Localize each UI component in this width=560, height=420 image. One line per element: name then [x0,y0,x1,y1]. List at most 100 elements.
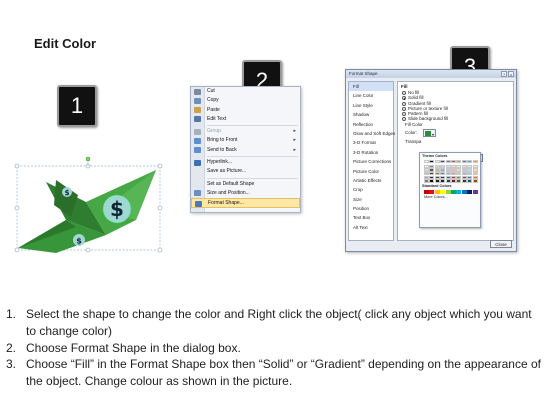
nav-item-position[interactable]: Position [349,204,393,213]
theme-color-swatch[interactable] [434,160,440,164]
menu-item-group[interactable]: Group ▸ [191,127,300,136]
standard-colors-label: Standard Colors [422,183,452,188]
fill-option-label: Pattern fill [408,111,429,117]
nav-item-glow-and-soft-edges[interactable]: Glow and Soft Edges [349,129,395,138]
nav-item-line-style[interactable]: Line Style [349,101,393,110]
nav-item-alt-text[interactable]: Alt Text [349,223,393,232]
chevron-right-icon: ▸ [293,128,296,135]
fill-option-slide-background-fill[interactable]: Slide background fill [401,116,510,122]
theme-color-swatch[interactable] [424,160,429,164]
dialog-nav-list: Fill Line Color Line Style Shadow Reflection… [348,81,395,241]
theme-color-swatch[interactable] [429,179,435,183]
theme-color-swatch[interactable] [429,160,435,164]
step-number: 3. [6,357,17,372]
nav-item-text-box[interactable]: Text Box [349,213,393,222]
nav-item-picture-color[interactable]: Picture Color [349,167,393,176]
theme-color-swatch[interactable] [434,179,440,183]
step-number: 2. [6,340,17,355]
menu-item-label: Save as Picture... [207,168,247,175]
standard-color-swatch[interactable] [467,189,473,194]
nav-item-reflection[interactable]: Reflection [349,120,393,129]
menu-item-save-as-picture[interactable]: Save as Picture... [191,167,300,176]
menu-item-set-as-default-shape[interactable]: Set as Default Shape [191,180,300,189]
nav-item-size[interactable]: Size [349,195,393,204]
theme-color-swatch[interactable] [467,179,473,183]
copy-icon [194,97,201,104]
menu-item-format-shape[interactable]: Format Shape... [191,198,300,208]
theme-color-swatch[interactable] [461,160,467,164]
standard-color-swatch[interactable] [445,189,451,194]
theme-colors-label: Theme Colors [422,154,448,158]
menu-item-label: Paste [207,106,220,113]
standard-color-swatch[interactable] [450,189,456,194]
close-button[interactable]: Close [490,240,512,248]
nav-item-3-d-rotation[interactable]: 3-D Rotation [349,148,393,157]
standard-color-swatch[interactable] [440,189,446,194]
nav-item-line-color[interactable]: Line Color [349,91,393,100]
step-text: Select the shape to change the color and… [26,307,532,338]
standard-color-swatch[interactable] [429,189,435,194]
standard-color-swatch[interactable] [472,189,478,194]
menu-separator [207,156,298,158]
theme-color-swatch[interactable] [456,179,462,183]
color-popup: Theme Colors Standard Colors More Colors… [419,152,481,228]
theme-color-swatch[interactable] [440,160,446,164]
theme-color-swatch[interactable] [467,160,473,164]
send-back-icon [194,147,201,154]
menu-item-paste[interactable]: Paste [191,106,300,115]
nav-item-crop[interactable]: Crop [349,185,393,194]
format-shape-icon [195,200,202,207]
menu-item-size-and-position[interactable]: Size and Position... [191,189,300,198]
text-icon [194,116,201,123]
color-picker-button[interactable]: ▾ [423,128,436,137]
menu-item-label: Copy [207,97,219,104]
paste-icon [194,107,201,114]
standard-color-swatch[interactable] [434,189,440,194]
step-badge-1: 1 [57,85,97,127]
dialog-title: Format Shape [346,70,516,78]
transparency-label: Transpa [405,138,422,144]
standard-color-swatch[interactable] [461,189,467,194]
standard-color-swatch[interactable] [456,189,462,194]
close-x-button[interactable]: x [508,71,514,77]
menu-item-send-to-back[interactable]: Send to Back ▸ [191,146,300,155]
theme-color-swatch[interactable] [440,179,446,183]
step-number: 1. [6,307,17,321]
theme-color-swatch[interactable] [445,179,451,183]
context-menu: Cut Copy Paste Edit Text Group ▸ Bring to Fron… [190,86,301,213]
instruction-step: 1. Select the shape to change the color a… [6,306,542,340]
standard-color-swatch[interactable] [424,189,429,194]
instruction-step: 2. Choose Format Shape in the dialog box. [6,340,542,357]
nav-item-3-d-format[interactable]: 3-D Format [349,138,393,147]
theme-color-swatch[interactable] [450,160,456,164]
radio-button-icon [402,117,406,122]
size-icon [194,190,201,197]
menu-item-copy[interactable]: Copy [191,96,300,105]
green-money-shape-icon: $ $ $ [14,156,163,253]
menu-item-bring-to-front[interactable]: Bring to Front ▸ [191,136,300,145]
hyperlink-icon [194,159,201,166]
selected-shape[interactable]: $ $ $ [14,156,163,255]
theme-color-swatch[interactable] [472,179,478,183]
chevron-right-icon: ▸ [293,146,296,153]
help-button[interactable]: ? [501,71,507,77]
transparency-row: Transpa [401,138,510,146]
theme-color-swatch[interactable] [461,179,467,183]
instruction-list: 1. Select the shape to change the color a… [6,306,542,390]
menu-item-label: Group [207,128,221,135]
nav-item-fill[interactable]: Fill [349,82,393,92]
theme-color-swatch[interactable] [445,160,451,164]
more-colors-link[interactable]: More Colors... [422,195,478,200]
theme-color-swatch[interactable] [424,179,429,183]
nav-item-shadow[interactable]: Shadow [349,110,393,119]
step-text: Choose Format Shape in the dialog box. [26,340,241,355]
nav-item-artistic-effects[interactable]: Artistic Effects [349,176,393,185]
menu-item-hyperlink[interactable]: Hyperlink... [191,158,300,167]
theme-color-swatch[interactable] [450,179,456,183]
theme-color-swatch[interactable] [472,160,478,164]
scissors-icon [194,88,201,95]
menu-item-cut[interactable]: Cut [191,87,300,96]
nav-item-picture-corrections[interactable]: Picture Corrections [349,157,393,166]
menu-item-edit-text[interactable]: Edit Text [191,115,300,124]
theme-color-swatch[interactable] [456,160,462,164]
